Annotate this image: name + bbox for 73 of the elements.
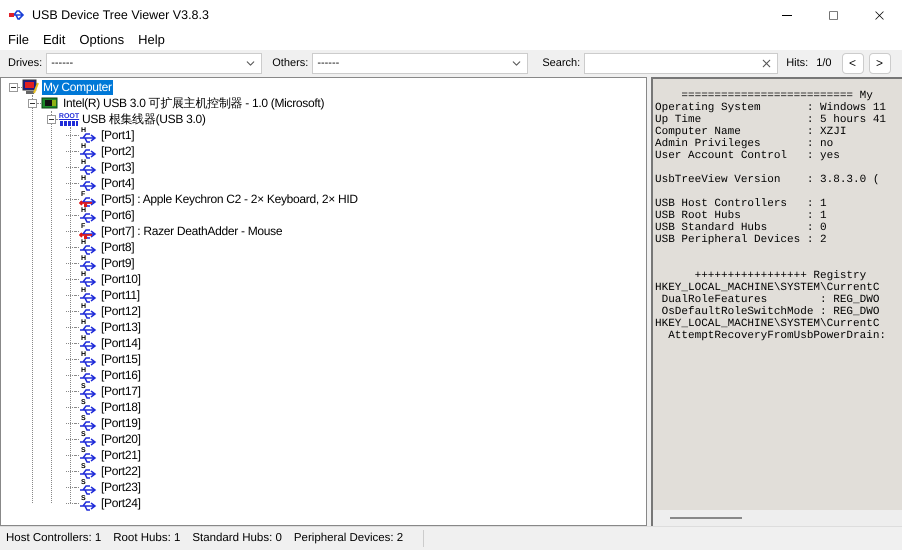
tree-item[interactable]: [Port8] [100,240,136,254]
tree-item[interactable]: [Port5] : Apple Keychron C2 - 2× Keyboard, 2× HID [100,192,359,206]
tree-item[interactable]: [Port3] [100,160,136,174]
others-label: Others: [272,56,308,71]
drives-label: Drives: [8,56,42,71]
tree-item[interactable]: [Port6] [100,208,136,222]
collapse-toggle[interactable] [28,98,37,108]
collapse-toggle[interactable] [9,82,18,92]
info-line: OsDefaultRoleSwitchMode : REG_DWO [660,306,880,318]
collapse-toggle[interactable] [47,114,56,124]
others-dropdown[interactable]: ------ [312,52,528,74]
horizontal-scrollbar[interactable] [670,517,742,519]
previous-button[interactable]: < [842,52,864,74]
menu-item[interactable]: Help [131,30,172,50]
tree-item[interactable]: [Port15] [100,352,142,366]
tree-item[interactable]: USB 根集线器(USB 3.0) [81,112,207,126]
search-field[interactable] [584,52,778,74]
info-line: User Account Control : yes [655,150,840,162]
tree-item[interactable]: Intel(R) USB 3.0 可扩展主机控制器 - 1.0 (Microsoft) [62,96,326,110]
tree-item[interactable]: [Port2] [100,144,136,158]
maximize-icon [828,10,838,20]
info-line: +++++++++++++++++ Registry [694,270,866,282]
info-line: USB Peripheral Devices : 2 [655,234,827,246]
tree-item[interactable]: [Port24] [100,496,142,510]
tree-item[interactable]: [Port4] [100,176,136,190]
tree-item[interactable]: [Port21] [100,448,142,462]
info-line: UsbTreeView Version : 3.8.3.0 ( [655,174,880,186]
info-line: USB Root Hubs : 1 [655,210,827,222]
tree-item[interactable]: [Port19] [100,416,142,430]
tree-item[interactable]: [Port18] [100,400,142,414]
usb-app-icon [9,8,25,22]
menu-item[interactable]: File [1,30,36,50]
tree-item[interactable]: [Port11] [100,288,141,302]
computer-icon [22,79,39,95]
search-label: Search: [542,56,580,71]
tree-item[interactable]: My Computer [42,80,113,94]
tree-item[interactable]: [Port10] [100,272,142,286]
info-line: Admin Privileges : no [655,138,834,150]
window-title: USB Device Tree Viewer V3.8.3 [32,6,209,24]
status-text: Peripheral Devices: 2 [288,530,424,548]
info-line: USB Host Controllers : 1 [655,198,827,210]
info-line: Operating System : Windows 11 [655,102,886,114]
tree-item[interactable]: [Port7] : Razer DeathAdder - Mouse [100,224,284,238]
hits-count: 1/0 [816,56,832,71]
tree-item[interactable]: [Port13] [100,320,142,334]
tree-item[interactable]: [Port1] [100,128,136,142]
tree-item[interactable]: [Port14] [100,336,142,350]
info-line: DualRoleFeatures : REG_DWO [660,294,880,306]
menu-item[interactable]: Options [72,30,132,50]
minimize-icon [782,14,792,16]
status-text: Host Controllers: 1 [5,530,102,546]
tree-item[interactable]: [Port17] [100,384,142,398]
info-line: HKEY_LOCAL_MACHINE\SYSTEM\CurrentC [655,282,880,294]
info-line: Computer Name : XZJI [655,126,846,138]
info-line: AttemptRecoveryFromUsbPowerDrain: [667,330,886,342]
info-line: USB Standard Hubs : 0 [655,222,827,234]
status-text: Standard Hubs: 0 [191,530,283,546]
info-line: Up Time : 5 hours 41 [655,114,886,126]
menu-item[interactable]: Edit [36,30,72,50]
tree-item[interactable]: [Port23] [100,480,142,494]
drives-dropdown[interactable]: ------ [46,52,262,74]
status-text: Root Hubs: 1 [112,530,182,546]
tree-item[interactable]: [Port9] [100,256,136,270]
next-button[interactable]: > [868,52,891,74]
tree-item[interactable]: [Port16] [100,368,142,382]
tree-item[interactable]: [Port22] [100,464,142,478]
clear-icon [760,56,774,70]
info-line: HKEY_LOCAL_MACHINE\SYSTEM\CurrentC [655,318,880,330]
tree-item[interactable]: [Port20] [100,432,142,446]
tree-item[interactable]: [Port12] [100,304,142,318]
chip-card-icon [41,96,59,110]
info-line: ========================== My [680,90,873,102]
hits-label: Hits: [786,56,808,71]
